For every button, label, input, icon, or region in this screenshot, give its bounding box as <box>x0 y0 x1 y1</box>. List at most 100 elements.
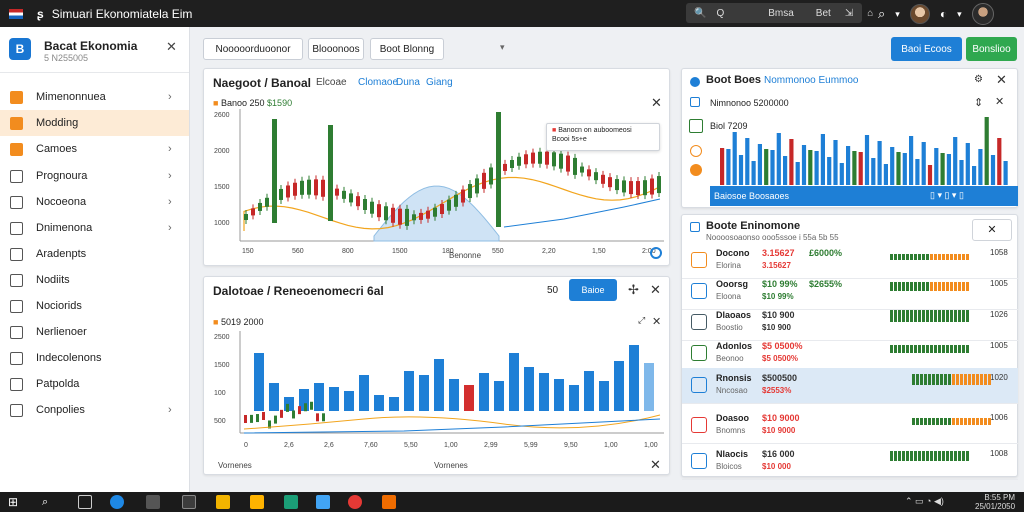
app-icon[interactable] <box>146 495 160 509</box>
candle-body <box>286 185 290 198</box>
expand-icon[interactable]: ⇲ <box>845 8 853 19</box>
user-avatar[interactable] <box>971 3 994 25</box>
app-logo-icon: ʂ <box>37 6 44 21</box>
refresh-icon[interactable] <box>650 247 662 259</box>
close-icon[interactable]: ✕ <box>650 457 661 473</box>
mini-bar <box>997 138 1002 185</box>
sidebar-item[interactable]: Modding <box>0 110 189 136</box>
sidebar-item[interactable]: Prognoura › <box>0 163 189 189</box>
sidebar-item[interactable]: Indecolenons <box>0 345 189 371</box>
sidebar-item[interactable]: Patpolda <box>0 371 189 397</box>
move-icon[interactable]: ⇕ <box>974 96 983 109</box>
search-icon[interactable]: ⌕ <box>878 6 885 22</box>
search-bar[interactable]: 🔍 Q Bmsa Bet ⇲ ⌂ <box>686 3 873 23</box>
task-view-icon[interactable] <box>78 495 92 509</box>
app-icon[interactable] <box>182 495 196 509</box>
sidebar-item[interactable]: Nodiits <box>0 267 189 293</box>
app-icon[interactable] <box>284 495 298 509</box>
sparkline-bar <box>894 254 897 260</box>
search-icon[interactable]: ⌕ <box>42 495 56 509</box>
expand-icon[interactable]: ⤢ <box>638 315 645 326</box>
sidebar-item[interactable]: Dnimenona › <box>0 215 189 241</box>
candle-body <box>552 152 556 167</box>
home-icon[interactable]: ⌂ <box>867 8 873 19</box>
search-center-text: Bmsa <box>768 7 794 19</box>
folder-icon[interactable] <box>216 495 230 509</box>
sidebar-item[interactable]: Nociorids <box>0 293 189 319</box>
tray-icons[interactable]: ⌃ ▭ ◔ ◀) <box>905 496 944 507</box>
footer-icons[interactable]: ▯ ▾ ▯ ▾ ▯ <box>930 190 964 201</box>
overview-info: Nimnonoo 5200000 <box>710 98 789 108</box>
sparkline-bar <box>952 374 955 385</box>
instrument-count: 1020 <box>990 373 1008 382</box>
volume-bar <box>464 385 474 411</box>
sidebar-item[interactable]: Camoes › <box>0 136 189 162</box>
close-icon[interactable]: ✕ <box>995 95 1004 108</box>
app-icon[interactable] <box>382 495 396 509</box>
toolbar-button-2[interactable]: Blooonoos <box>308 38 364 60</box>
dropdown-chevron-icon[interactable]: ▾ <box>895 9 900 20</box>
tab-2[interactable]: Clomaoe <box>358 77 398 88</box>
mini-bar <box>915 159 920 185</box>
avatar[interactable] <box>909 4 930 24</box>
sparkline-bar <box>946 310 949 322</box>
table-row[interactable]: Doasoo Bnomns $10 9000 $10 9000 1006 <box>682 408 1018 444</box>
sparkline-bar <box>930 345 933 353</box>
table-row[interactable]: Adonlos Beonoo $5 0500% $5 0500% 1005 <box>682 336 1018 372</box>
candle-body <box>447 199 451 211</box>
secondary-action-button[interactable]: Bonslioo <box>966 37 1017 61</box>
sidebar-item[interactable]: Aradenpts <box>0 241 189 267</box>
sidebar-item[interactable]: Nocoeona › <box>0 189 189 215</box>
sidebar-item[interactable]: Conpolies › <box>0 397 189 423</box>
toolbar-button-1[interactable]: Nooooorduoonor <box>203 38 303 60</box>
panel-action-button[interactable]: Baioe <box>569 279 617 301</box>
app-icon[interactable] <box>316 495 330 509</box>
close-icon[interactable]: ✕ <box>650 282 661 298</box>
sidebar-item[interactable]: Nerlienoer <box>0 319 189 345</box>
calendar-icon <box>690 97 700 107</box>
close-icon[interactable]: ✕ <box>972 219 1012 241</box>
toolbar-button-3[interactable]: Boot Blonng <box>370 38 444 60</box>
dropdown-chevron-icon[interactable]: ▾ <box>957 9 962 20</box>
tab-3[interactable]: Duna <box>396 77 420 88</box>
table-row[interactable]: Nlaocis Bloicos $16 000 $10 000 1008 <box>682 444 1018 480</box>
tab-1[interactable]: Elcoae <box>316 77 347 88</box>
sparkline-bar <box>898 254 901 260</box>
close-icon[interactable]: ✕ <box>996 72 1007 88</box>
info-marker-icon: ■ <box>213 317 219 327</box>
files-icon[interactable] <box>250 495 264 509</box>
panel-title: Boote Eninomone <box>706 220 801 232</box>
instrument-value: $16 000 <box>762 449 795 459</box>
sparkline-bar <box>902 254 905 260</box>
sparkline-bar <box>968 374 971 385</box>
volume-bar <box>389 397 399 411</box>
primary-action-button[interactable]: Baoi Ecoos <box>891 37 962 61</box>
x-tick-label: 560 <box>292 248 304 255</box>
browser-icon[interactable] <box>110 495 124 509</box>
tab-4[interactable]: Giang <box>426 77 453 88</box>
mini-bar <box>764 149 769 185</box>
status-icon[interactable]: ◐ <box>940 7 947 21</box>
sparkline-bar <box>946 451 949 461</box>
mini-bar <box>990 155 996 185</box>
chart-tooltip: ■ Banocn on auboomeosi Bcooi 5s+e <box>546 123 660 151</box>
sparkline-bar <box>936 374 939 385</box>
sparkline-bar <box>942 345 945 353</box>
candle-body <box>524 154 528 165</box>
sparkline-bar <box>934 254 937 260</box>
clock[interactable]: B:55 PM 25/01/2050 <box>975 493 1015 511</box>
settings-icon[interactable]: ⚙ <box>974 74 983 85</box>
chevron-down-icon[interactable]: ▾ <box>500 42 505 53</box>
pin-icon[interactable]: ✢ <box>628 282 639 298</box>
y-tick-label: 500 <box>214 418 226 425</box>
table-row[interactable]: Rnonsis Nncosao $500500 $2553% 1020 <box>682 368 1018 404</box>
panel-subtitle: Nommonoo Eummoo <box>764 75 859 86</box>
close-icon[interactable]: ✕ <box>166 39 177 55</box>
close-icon[interactable]: ✕ <box>652 315 661 328</box>
sparkline-bar <box>902 451 905 461</box>
chrome-icon[interactable] <box>348 495 362 509</box>
sparkline-bar <box>920 418 923 425</box>
volume-bar <box>599 381 609 411</box>
sidebar-item[interactable]: Mimenonnuea › <box>0 84 189 110</box>
start-icon[interactable]: ⊞ <box>8 495 22 509</box>
